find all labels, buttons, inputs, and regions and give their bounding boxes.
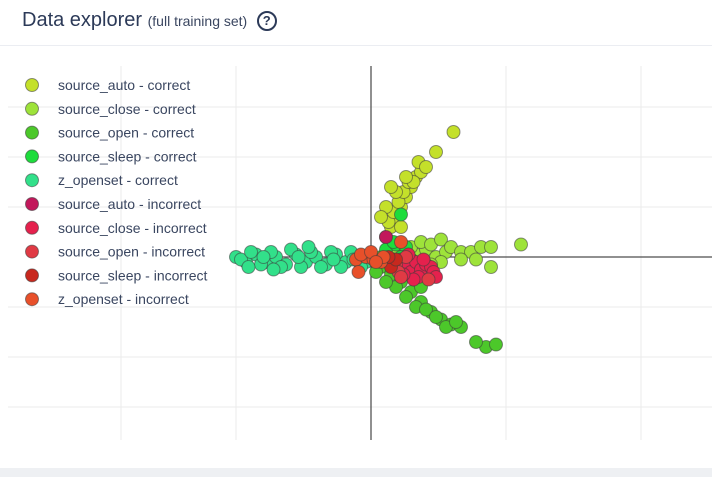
data-point[interactable] — [514, 237, 528, 252]
legend-marker — [25, 125, 39, 140]
data-point[interactable] — [489, 337, 503, 352]
legend-marker — [25, 78, 39, 92]
data-point[interactable] — [394, 270, 408, 284]
legend-marker — [25, 197, 39, 211]
legend-label: source_close - correct — [58, 101, 196, 117]
legend-label: source_open - correct — [58, 125, 194, 141]
data-point[interactable] — [369, 255, 383, 269]
data-point[interactable] — [326, 252, 341, 267]
data-point[interactable] — [421, 272, 436, 287]
data-point[interactable] — [301, 240, 316, 254]
data-point[interactable] — [429, 145, 443, 159]
chart-points — [229, 125, 528, 354]
data-point[interactable] — [379, 230, 393, 244]
legend-item[interactable]: source_close - correct — [25, 101, 196, 117]
legend-item[interactable]: source_open - incorrect — [25, 244, 206, 260]
legend-label: source_auto - incorrect — [58, 196, 201, 212]
data-point[interactable] — [484, 240, 498, 254]
data-point[interactable] — [399, 170, 413, 184]
legend-item[interactable]: source_close - incorrect — [25, 220, 207, 236]
legend-item[interactable]: source_auto - correct — [25, 77, 191, 93]
legend-item[interactable]: z_openset - correct — [25, 172, 178, 188]
data-point[interactable] — [454, 252, 468, 267]
legend-marker — [25, 101, 39, 116]
data-point[interactable] — [416, 252, 431, 267]
data-point[interactable] — [379, 275, 393, 289]
data-point[interactable] — [469, 335, 483, 349]
data-point[interactable] — [256, 250, 271, 264]
data-point[interactable] — [419, 160, 433, 174]
data-point[interactable] — [384, 180, 398, 194]
data-point[interactable] — [241, 260, 256, 274]
footer-bar — [0, 468, 712, 477]
data-point[interactable] — [394, 207, 408, 222]
title-subtitle: (full training set) — [147, 13, 248, 29]
data-point[interactable] — [446, 125, 461, 139]
legend-label: z_openset - incorrect — [58, 291, 189, 307]
legend-marker — [25, 149, 39, 164]
data-point[interactable] — [399, 290, 413, 304]
legend-marker — [25, 268, 39, 283]
data-point[interactable] — [429, 310, 443, 324]
data-point[interactable] — [266, 262, 281, 277]
data-point[interactable] — [244, 245, 258, 259]
data-point[interactable] — [469, 252, 483, 267]
legend-item[interactable]: source_sleep - correct — [25, 148, 197, 164]
data-point[interactable] — [394, 220, 408, 234]
page-title: Data explorer (full training set) ? — [22, 9, 277, 32]
legend-marker — [25, 220, 39, 235]
data-point[interactable] — [484, 260, 498, 274]
legend-item[interactable]: source_auto - incorrect — [25, 196, 202, 212]
legend-label: source_open - incorrect — [58, 244, 205, 260]
legend-item[interactable]: z_openset - incorrect — [25, 291, 189, 307]
data-point[interactable] — [394, 235, 408, 249]
data-point[interactable] — [291, 250, 306, 264]
title-text: Data explorer — [22, 9, 143, 31]
legend-label: source_close - incorrect — [58, 220, 207, 236]
data-explorer-scatter-chart[interactable]: source_auto - correct source_close - corr… — [0, 46, 712, 468]
question-circle-icon[interactable]: ? — [256, 11, 277, 31]
legend-marker — [25, 173, 39, 188]
legend-item[interactable]: source_open - correct — [25, 125, 195, 141]
chart-legend[interactable]: source_auto - correct source_close - corr… — [25, 77, 208, 307]
legend-label: source_sleep - correct — [58, 148, 197, 164]
data-point[interactable] — [449, 315, 463, 329]
header-bar: Data explorer (full training set) ? — [0, 0, 712, 46]
legend-marker — [25, 292, 39, 307]
legend-label: source_sleep - incorrect — [58, 267, 208, 283]
legend-item[interactable]: source_sleep - incorrect — [25, 267, 208, 283]
data-point[interactable] — [351, 265, 366, 279]
legend-label: z_openset - correct — [58, 172, 178, 188]
data-point[interactable] — [374, 210, 388, 224]
legend-label: source_auto - correct — [58, 77, 190, 93]
legend-marker — [25, 244, 39, 259]
data-point[interactable] — [314, 260, 328, 274]
